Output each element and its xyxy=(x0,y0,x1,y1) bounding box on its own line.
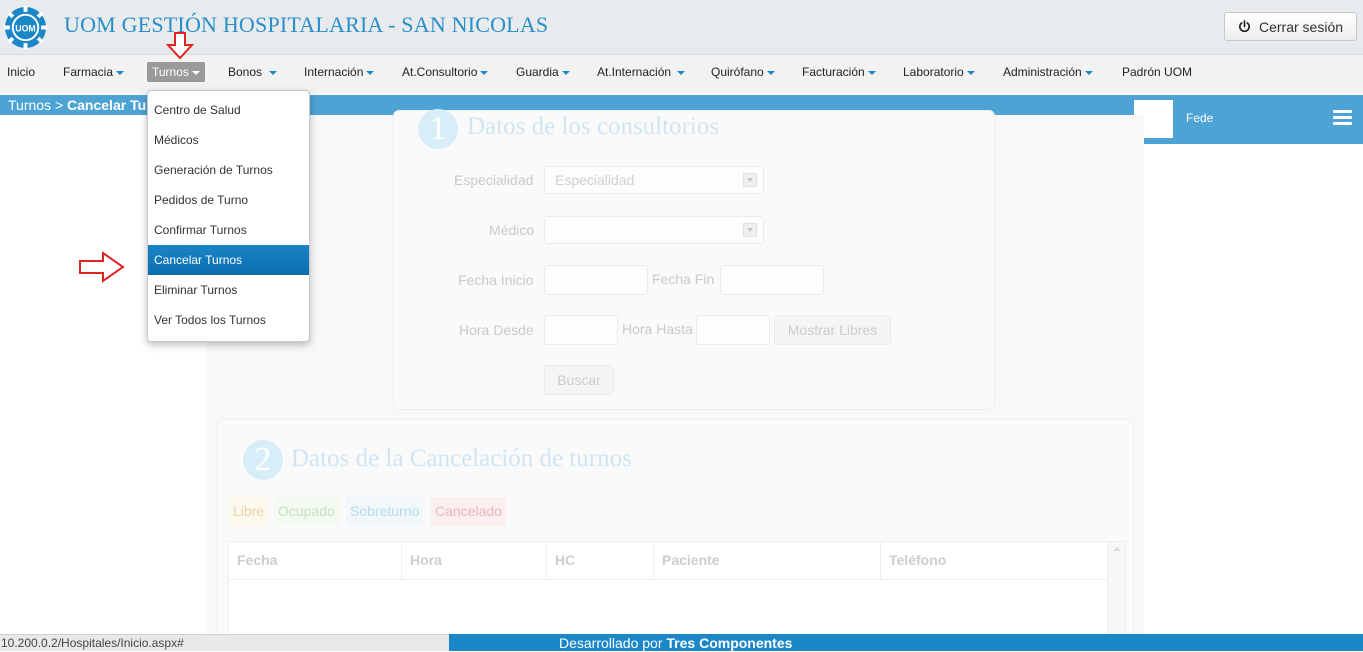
nav-item-laboratorio[interactable]: Laboratorio xyxy=(903,65,975,79)
turnos-table: Fecha Hora HC Paciente Teléfono xyxy=(228,541,1126,643)
step-number-2: 2 xyxy=(243,440,283,480)
especialidad-select[interactable]: Especialidad xyxy=(544,166,764,194)
mostrar-libres-button[interactable]: Mostrar Libres xyxy=(774,315,891,345)
consultorios-panel xyxy=(393,110,995,410)
nav-item-farmacia[interactable]: Farmacia xyxy=(63,65,125,79)
nav-item-quirofano[interactable]: Quirófano xyxy=(711,65,775,79)
footer: Desarrollado por Tres Componentes xyxy=(449,634,1363,651)
hora-hasta-label: Hora Hasta xyxy=(622,321,693,337)
annotation-arrow-right-icon xyxy=(79,251,125,283)
nav-item-inicio[interactable]: Inicio xyxy=(7,65,35,79)
especialidad-value: Especialidad xyxy=(555,172,635,188)
user-name: Fede xyxy=(1186,111,1214,125)
hamburger-icon[interactable] xyxy=(1333,110,1352,128)
medico-select[interactable] xyxy=(544,216,764,244)
legend-libre: Libre xyxy=(229,497,269,526)
logout-label: Cerrar sesión xyxy=(1258,18,1344,35)
caret-down-icon xyxy=(366,70,375,75)
column-divider xyxy=(880,542,881,579)
power-icon xyxy=(1239,20,1250,33)
chevron-down-icon xyxy=(743,223,757,237)
hora-hasta-input[interactable] xyxy=(696,315,770,345)
menu-item-cancelar-turnos[interactable]: Cancelar Turnos xyxy=(148,245,309,275)
uom-gear-logo[interactable]: UOM xyxy=(3,5,48,50)
column-header-hora[interactable]: Hora xyxy=(410,552,442,568)
caret-down-icon xyxy=(269,70,278,75)
breadcrumb-separator: > xyxy=(54,97,64,113)
breadcrumb-parent[interactable]: Turnos xyxy=(8,97,51,113)
menu-item-eliminar-turnos[interactable]: Eliminar Turnos xyxy=(148,275,309,305)
caret-down-icon xyxy=(867,70,876,75)
caret-down-icon xyxy=(191,70,200,75)
svg-text:UOM: UOM xyxy=(15,23,36,33)
section1-title: Datos de los consultorios xyxy=(467,113,720,140)
buscar-button[interactable]: Buscar xyxy=(544,365,614,395)
medico-label: Médico xyxy=(489,222,535,238)
nav-item-facturacion[interactable]: Facturación xyxy=(802,65,876,79)
hora-desde-label: Hora Desde xyxy=(459,322,534,338)
header-divider xyxy=(229,579,1107,580)
column-header-paciente[interactable]: Paciente xyxy=(662,552,720,568)
nav-item-turnos[interactable]: Turnos xyxy=(147,62,205,82)
step-number-1: 1 xyxy=(418,109,458,149)
logout-button[interactable]: Cerrar sesión xyxy=(1224,12,1357,41)
menu-item-confirmar-turnos[interactable]: Confirmar Turnos xyxy=(148,215,309,245)
app-header: UOM UOM GESTIÓN HOSPITALARIA - SAN NICOL… xyxy=(0,0,1363,55)
column-header-telefono[interactable]: Teléfono xyxy=(889,552,946,568)
nav-item-administracion[interactable]: Administración xyxy=(1003,65,1093,79)
column-header-fecha[interactable]: Fecha xyxy=(237,552,277,568)
column-divider xyxy=(546,542,547,579)
chevron-down-icon xyxy=(743,173,757,187)
fecha-fin-label: Fecha Fin xyxy=(652,271,715,287)
menu-item-pedidos-de-turno[interactable]: Pedidos de Turno xyxy=(148,185,309,215)
user-panel: Fede xyxy=(1123,95,1363,144)
footer-prefix: Desarrollado por xyxy=(559,635,663,651)
nav-item-at-internacion[interactable]: At.Internación xyxy=(597,65,686,79)
caret-down-icon xyxy=(1084,70,1093,75)
fecha-fin-input[interactable] xyxy=(720,265,824,295)
main-navbar: Inicio Farmacia Turnos Bonos Internación… xyxy=(0,55,1363,94)
menu-item-medicos[interactable]: Médicos xyxy=(148,125,309,155)
column-divider xyxy=(401,542,402,579)
nav-item-bonos[interactable]: Bonos xyxy=(228,65,278,79)
fecha-inicio-input[interactable] xyxy=(544,265,648,295)
scroll-up-icon[interactable] xyxy=(1113,547,1121,551)
section2-title: Datos de la Cancelación de turnos xyxy=(291,445,632,472)
legend-cancelado: Cancelado xyxy=(431,497,506,526)
hora-desde-input[interactable] xyxy=(544,315,618,345)
nav-item-padron-uom[interactable]: Padrón UOM xyxy=(1122,65,1192,79)
nav-item-internacion[interactable]: Internación xyxy=(304,65,375,79)
caret-down-icon xyxy=(116,70,125,75)
menu-item-centro-de-salud[interactable]: Centro de Salud xyxy=(148,95,309,125)
turnos-dropdown-menu: Centro de Salud Médicos Generación de Tu… xyxy=(147,90,310,342)
legend-ocupado: Ocupado xyxy=(274,497,339,526)
column-divider xyxy=(653,542,654,579)
caret-down-icon xyxy=(966,70,975,75)
breadcrumb-current: Cancelar Tu xyxy=(67,97,147,113)
menu-item-generacion-de-turnos[interactable]: Generación de Turnos xyxy=(148,155,309,185)
table-scrollbar[interactable] xyxy=(1107,542,1125,642)
menu-item-ver-todos-los-turnos[interactable]: Ver Todos los Turnos xyxy=(148,305,309,335)
especialidad-label: Especialidad xyxy=(454,172,534,188)
legend-sobreturno: Sobreturno xyxy=(346,497,424,526)
nav-item-at-consultorio[interactable]: At.Consultorio xyxy=(402,65,489,79)
caret-down-icon xyxy=(480,70,489,75)
footer-company[interactable]: Tres Componentes xyxy=(666,635,792,651)
app-title: UOM GESTIÓN HOSPITALARIA - SAN NICOLAS xyxy=(64,12,549,37)
caret-down-icon xyxy=(677,70,686,75)
caret-down-icon xyxy=(561,70,570,75)
fecha-inicio-label: Fecha Inicio xyxy=(458,272,534,288)
annotation-arrow-down-icon xyxy=(165,32,195,60)
browser-status-url: 10.200.0.2/Hospitales/Inicio.aspx# xyxy=(0,634,449,651)
caret-down-icon xyxy=(766,70,775,75)
nav-item-guardia[interactable]: Guardia xyxy=(516,65,570,79)
breadcrumb: Turnos > Cancelar Tu xyxy=(8,97,146,113)
column-header-hc[interactable]: HC xyxy=(555,552,575,568)
